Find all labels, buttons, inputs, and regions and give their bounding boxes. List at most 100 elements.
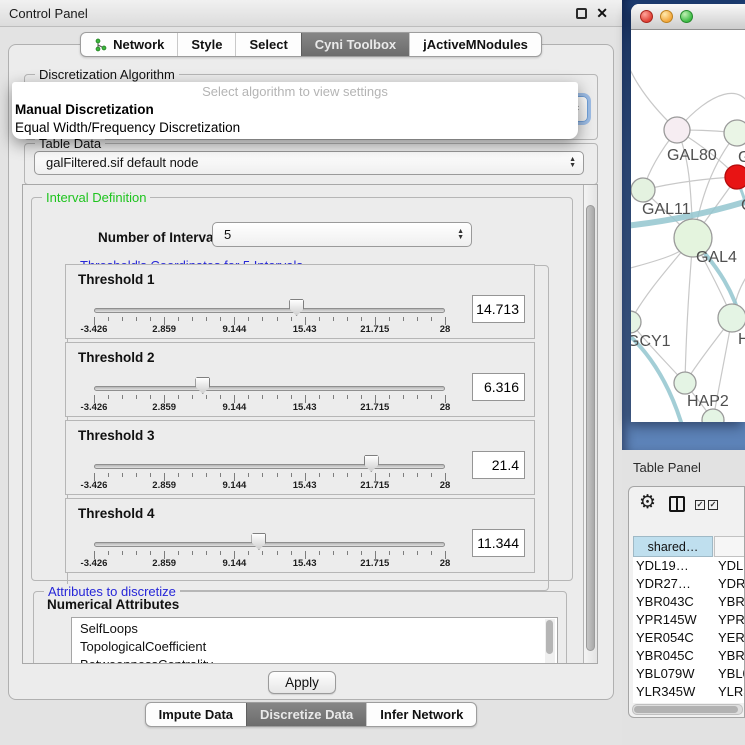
close-icon[interactable]: ✕ — [596, 0, 608, 27]
column-header-shared-name[interactable]: shared… — [633, 536, 713, 557]
attribute-item[interactable]: BetweennessCentrality — [80, 656, 557, 664]
scrollbar-thumb[interactable] — [586, 205, 595, 651]
checkbox-checked-icon[interactable]: ✓ — [695, 500, 705, 510]
tick-label: 2.859 — [152, 558, 176, 569]
attribute-item[interactable]: TopologicalCoefficient — [80, 638, 557, 656]
node-red[interactable] — [725, 165, 745, 189]
tick-label: 21.715 — [360, 558, 389, 569]
attribute-item[interactable]: SelfLoops — [80, 620, 557, 638]
slider-thumb[interactable] — [251, 533, 266, 550]
group-title: Interval Definition — [42, 190, 150, 205]
tick-label: 15.43 — [293, 324, 317, 335]
table-row[interactable]: YBL079WYBL0 — [633, 665, 745, 683]
table-data-value: galFiltered.sif default node — [35, 155, 198, 170]
num-intervals-label: Number of Intervals — [98, 225, 225, 250]
threshold-value-field[interactable]: 6.316 — [472, 373, 525, 401]
network-view-window[interactable]: GAL80GALCGAL11GAL4HGCY1HAP2 — [631, 4, 745, 422]
combo-stepper-icon: ▲▼ — [457, 223, 464, 246]
threshold-label: Threshold 3 — [78, 428, 155, 443]
node-hap2[interactable] — [674, 372, 696, 394]
numerical-attributes-list[interactable]: SelfLoopsTopologicalCoefficientBetweenne… — [71, 617, 558, 664]
slider-track[interactable] — [94, 386, 445, 391]
tick-label: 15.43 — [293, 480, 317, 491]
table-data-select[interactable]: galFiltered.sif default node ▲▼ — [34, 151, 584, 175]
tab-label: Infer Network — [380, 703, 463, 726]
network-canvas[interactable]: GAL80GALCGAL11GAL4HGCY1HAP2 — [631, 30, 745, 422]
cell-name: YLR3 — [718, 683, 745, 701]
tab-discretize-data[interactable]: Discretize Data — [246, 703, 366, 726]
cell-name: YPR1 — [718, 611, 745, 629]
float-window-icon[interactable] — [576, 8, 587, 19]
settings-scrollbar[interactable] — [583, 185, 597, 663]
slider-track[interactable] — [94, 464, 445, 469]
table-row[interactable]: YDL19…YDL1 — [633, 557, 745, 575]
threshold-panel-1: Threshold 1-3.4262.8599.14415.4321.71528… — [65, 264, 535, 339]
table-row[interactable]: YLR345WYLR3 — [633, 683, 745, 701]
table-panel-box: ⚙ ✓ ✓ shared… na YDL19…YDL1YDR27…YDR2YBR… — [628, 486, 745, 718]
node-gal[interactable] — [724, 120, 745, 146]
node-right[interactable] — [718, 304, 745, 332]
dropdown-placeholder: Select algorithm to view settings — [12, 82, 578, 101]
dropdown-option-manual[interactable]: Manual Discretization — [12, 101, 578, 119]
tab-label: Style — [191, 33, 222, 56]
table-row[interactable]: YBR045CYBR0 — [633, 647, 745, 665]
close-light-red-icon[interactable] — [640, 10, 653, 23]
scrollbar-thumb[interactable] — [546, 620, 553, 654]
minimize-light-yellow-icon[interactable] — [660, 10, 673, 23]
zoom-light-green-icon[interactable] — [680, 10, 693, 23]
node-label-c: C — [741, 197, 745, 214]
tab-select[interactable]: Select — [235, 33, 300, 56]
table-row[interactable]: YBR043CYBR0 — [633, 593, 745, 611]
node-gcy1[interactable] — [631, 311, 641, 333]
edge — [631, 48, 677, 130]
right-section: GAL80GALCGAL11GAL4HGCY1HAP2 Table Panel … — [622, 0, 745, 745]
dropdown-option-equal-width[interactable]: Equal Width/Frequency Discretization — [12, 119, 578, 137]
slider-track[interactable] — [94, 308, 445, 313]
cell-shared-name: YDR27… — [636, 575, 715, 593]
checkbox-checked-icon[interactable]: ✓ — [708, 500, 718, 510]
cell-name: YBL0 — [718, 665, 745, 683]
table-row[interactable]: YIL052CYIL0 — [633, 701, 745, 703]
list-scrollbar[interactable] — [545, 619, 555, 664]
column-header-name[interactable]: na — [714, 536, 745, 557]
network-window-titlebar — [631, 4, 745, 30]
tab-jactivemnodules[interactable]: jActiveMNodules — [409, 33, 541, 56]
algorithm-dropdown-popup: Select algorithm to view settings Manual… — [12, 82, 578, 139]
network-graph: GAL80GALCGAL11GAL4HGCY1HAP2 — [631, 30, 745, 422]
network-icon — [94, 38, 108, 52]
table-row[interactable]: YDR27…YDR2 — [633, 575, 745, 593]
tick-label: 21.715 — [360, 480, 389, 491]
bottom-tab-bar: Impute DataDiscretize Data Infer Network — [0, 702, 622, 727]
table-row[interactable]: YPR145WYPR1 — [633, 611, 745, 629]
threshold-label: Threshold 2 — [78, 350, 155, 365]
node-gal11[interactable] — [631, 178, 655, 202]
gear-icon[interactable]: ⚙ — [639, 491, 656, 513]
num-intervals-select[interactable]: 5 ▲▼ — [212, 222, 472, 247]
scrollbar-thumb[interactable] — [634, 706, 738, 713]
cell-shared-name: YBR045C — [636, 647, 715, 665]
tab-infer-network[interactable]: Infer Network — [366, 703, 476, 726]
slider-thumb[interactable] — [364, 455, 379, 472]
slider-track[interactable] — [94, 542, 445, 547]
tab-impute-data[interactable]: Impute Data — [146, 703, 246, 726]
tab-cyni-toolbox[interactable]: Cyni Toolbox — [301, 33, 409, 56]
slider-thumb[interactable] — [195, 377, 210, 394]
node-gal80[interactable] — [664, 117, 690, 143]
cell-shared-name: YIL052C — [636, 701, 715, 703]
threshold-value-field[interactable]: 14.713 — [472, 295, 525, 323]
tab-network[interactable]: Network — [81, 33, 177, 56]
cell-name: YBR0 — [718, 647, 745, 665]
tab-style[interactable]: Style — [177, 33, 235, 56]
table-row[interactable]: YER054CYER0 — [633, 629, 745, 647]
split-column-icon[interactable] — [669, 496, 685, 512]
tick-label: 21.715 — [360, 324, 389, 335]
slider-thumb[interactable] — [289, 299, 304, 316]
cell-shared-name: YER054C — [636, 629, 715, 647]
threshold-value-field[interactable]: 21.4 — [472, 451, 525, 479]
threshold-value-field[interactable]: 11.344 — [472, 529, 525, 557]
apply-button[interactable]: Apply — [268, 671, 336, 694]
node-bottom[interactable] — [702, 409, 724, 422]
threshold-panel-4: Threshold 4-3.4262.8599.14415.4321.71528… — [65, 498, 535, 573]
table-hscrollbar[interactable] — [632, 704, 743, 715]
tab-label: jActiveMNodules — [423, 33, 528, 56]
